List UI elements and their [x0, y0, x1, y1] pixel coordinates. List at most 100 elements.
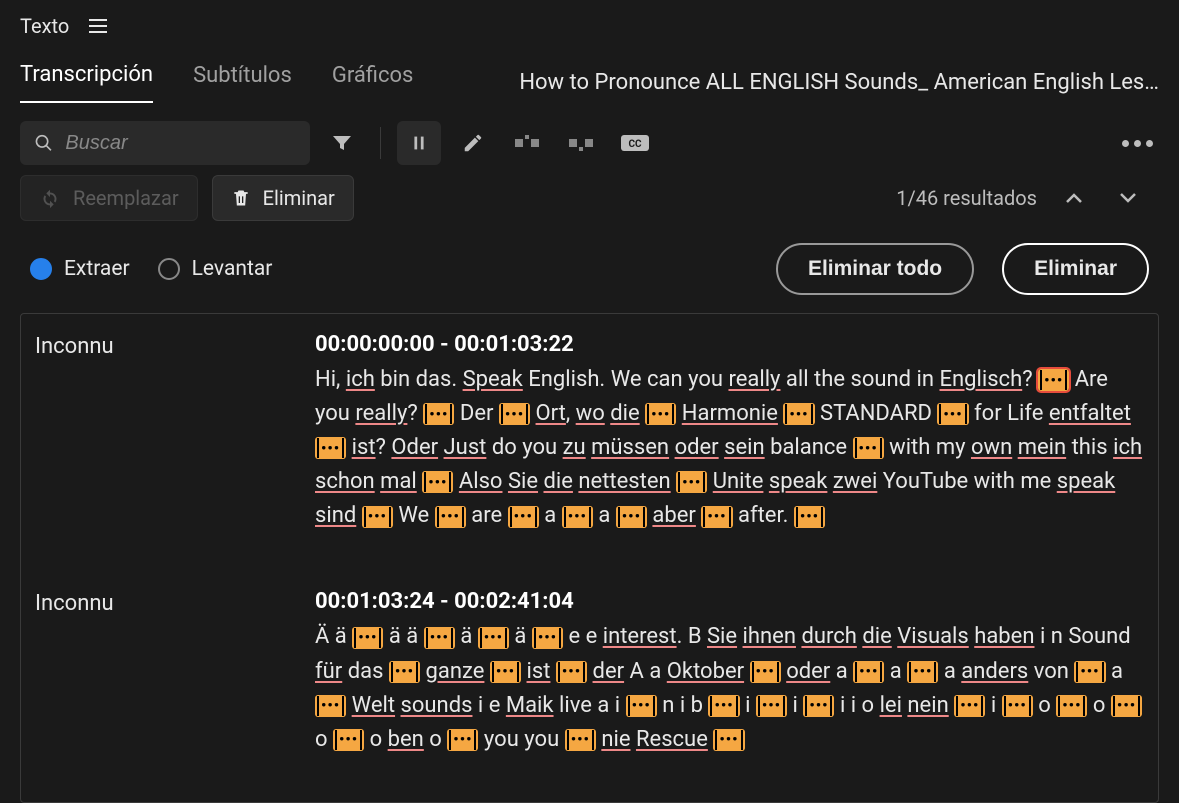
pause-token[interactable]: ••• — [532, 627, 563, 649]
flagged-word[interactable]: entfaltet — [1049, 401, 1131, 426]
transcript-text[interactable]: Hi, ich bin das. Speak English. We can y… — [315, 363, 1144, 533]
pause-token[interactable]: ••• — [750, 661, 781, 683]
flagged-word[interactable]: die — [610, 401, 639, 426]
flagged-word[interactable]: zwei — [833, 469, 877, 494]
cc-button[interactable]: CC — [613, 121, 657, 165]
flagged-word[interactable]: ben — [388, 727, 424, 752]
speaker-label[interactable]: Inconnu — [35, 589, 275, 756]
pause-token[interactable]: ••• — [937, 403, 968, 425]
flagged-word[interactable]: mein — [1018, 435, 1066, 460]
flagged-word[interactable]: Also — [459, 469, 503, 494]
flagged-word[interactable]: Sie — [707, 624, 737, 649]
pause-token[interactable]: ••• — [352, 627, 383, 649]
delete-button[interactable]: Eliminar — [1002, 243, 1149, 295]
next-result-button[interactable] — [1119, 192, 1159, 204]
flagged-word[interactable]: Maik — [506, 693, 554, 718]
flagged-word[interactable]: Just — [444, 435, 487, 460]
flagged-word[interactable]: die — [862, 624, 891, 649]
pause-token[interactable]: ••• — [1056, 695, 1087, 717]
flagged-word[interactable]: Oktober — [667, 659, 744, 684]
delete-segment-button[interactable]: Eliminar — [212, 175, 354, 221]
flagged-word[interactable]: Rescue — [636, 727, 708, 752]
pause-token[interactable]: ••• — [853, 437, 884, 459]
flagged-word[interactable]: müssen — [591, 435, 669, 460]
transcript-text[interactable]: Ä ä ••• ä ä ••• ä ••• ä ••• e e interest… — [315, 620, 1144, 756]
pause-token[interactable]: ••• — [803, 695, 834, 717]
tab-transcription[interactable]: Transcripción — [20, 62, 153, 103]
search-input[interactable] — [65, 132, 296, 155]
pause-token[interactable]: ••• — [435, 506, 466, 528]
pause-token[interactable]: ••• — [1038, 369, 1069, 391]
pause-token[interactable]: ••• — [1002, 695, 1033, 717]
pause-token[interactable]: ••• — [756, 695, 787, 717]
flagged-word[interactable]: anders — [961, 659, 1028, 684]
flagged-word[interactable]: ich — [346, 367, 375, 392]
pause-token[interactable]: ••• — [853, 661, 884, 683]
radio-lift[interactable]: Levantar — [158, 257, 273, 281]
flagged-word[interactable]: ihnen — [743, 624, 796, 649]
flagged-word[interactable]: interest — [603, 624, 677, 649]
prev-result-button[interactable] — [1065, 192, 1105, 204]
pause-token[interactable]: ••• — [645, 403, 676, 425]
flagged-word[interactable]: schon — [315, 469, 375, 494]
flagged-word[interactable]: lei — [880, 693, 902, 718]
flagged-word[interactable]: Harmonie — [682, 401, 778, 426]
flagged-word[interactable]: Englisch — [940, 367, 1023, 392]
pause-token[interactable]: ••• — [562, 506, 593, 528]
flagged-word[interactable]: really — [355, 401, 407, 426]
pause-token[interactable]: ••• — [1111, 695, 1142, 717]
tab-subtitles[interactable]: Subtítulos — [193, 63, 292, 102]
pause-token[interactable]: ••• — [701, 506, 732, 528]
flagged-word[interactable]: haben — [974, 624, 1034, 649]
flagged-word[interactable]: Sie — [508, 469, 538, 494]
flagged-word[interactable]: Oder — [391, 435, 438, 460]
pause-token[interactable]: ••• — [626, 695, 657, 717]
flagged-word[interactable]: ganze — [426, 659, 485, 684]
flagged-word[interactable]: ist — [352, 435, 376, 460]
pause-token[interactable]: ••• — [389, 661, 420, 683]
pause-token[interactable]: ••• — [676, 471, 707, 493]
flagged-word[interactable]: aber — [652, 503, 695, 528]
flagged-word[interactable]: speak — [1057, 469, 1116, 494]
pause-token[interactable]: ••• — [508, 506, 539, 528]
pause-token[interactable]: ••• — [362, 506, 393, 528]
pause-token[interactable]: ••• — [954, 695, 985, 717]
pause-token[interactable]: ••• — [708, 695, 739, 717]
pause-token[interactable]: ••• — [907, 661, 938, 683]
pause-token[interactable]: ••• — [499, 403, 530, 425]
flagged-word[interactable]: really — [728, 367, 780, 392]
flagged-word[interactable]: speak — [769, 469, 828, 494]
panel-menu-icon[interactable] — [89, 19, 107, 33]
flagged-word[interactable]: Visuals — [897, 624, 969, 649]
pause-token[interactable]: ••• — [794, 506, 825, 528]
pause-token[interactable]: ••• — [478, 627, 509, 649]
search-box[interactable] — [20, 121, 310, 165]
flagged-word[interactable]: Unite — [713, 469, 764, 494]
flagged-word[interactable]: Speak — [463, 367, 523, 392]
pause-token[interactable]: ••• — [424, 627, 455, 649]
delete-all-button[interactable]: Eliminar todo — [776, 243, 974, 295]
pause-token[interactable]: ••• — [447, 729, 478, 751]
insert-before-button[interactable] — [505, 121, 549, 165]
flagged-word[interactable]: nie — [601, 727, 630, 752]
flagged-word[interactable]: der — [593, 659, 625, 684]
filter-button[interactable] — [320, 121, 364, 165]
flagged-word[interactable]: sounds — [401, 693, 473, 718]
flagged-word[interactable]: ist — [527, 659, 551, 684]
flagged-word[interactable]: Ort — [536, 401, 566, 426]
flagged-word[interactable]: sein — [724, 435, 765, 460]
pause-token[interactable]: ••• — [422, 471, 453, 493]
tab-graphics[interactable]: Gráficos — [332, 63, 414, 102]
flagged-word[interactable]: zu — [563, 435, 586, 460]
flagged-word[interactable]: Welt — [352, 693, 395, 718]
pause-token[interactable]: ••• — [315, 695, 346, 717]
flagged-word[interactable]: oder — [675, 435, 719, 460]
flagged-word[interactable]: nettesten — [578, 469, 670, 494]
pause-token[interactable]: ••• — [556, 661, 587, 683]
flagged-word[interactable]: nein — [907, 693, 948, 718]
pause-token[interactable]: ••• — [423, 403, 454, 425]
insert-after-button[interactable] — [559, 121, 603, 165]
pause-markers-button[interactable] — [397, 121, 441, 165]
pause-token[interactable]: ••• — [616, 506, 647, 528]
pause-token[interactable]: ••• — [490, 661, 521, 683]
